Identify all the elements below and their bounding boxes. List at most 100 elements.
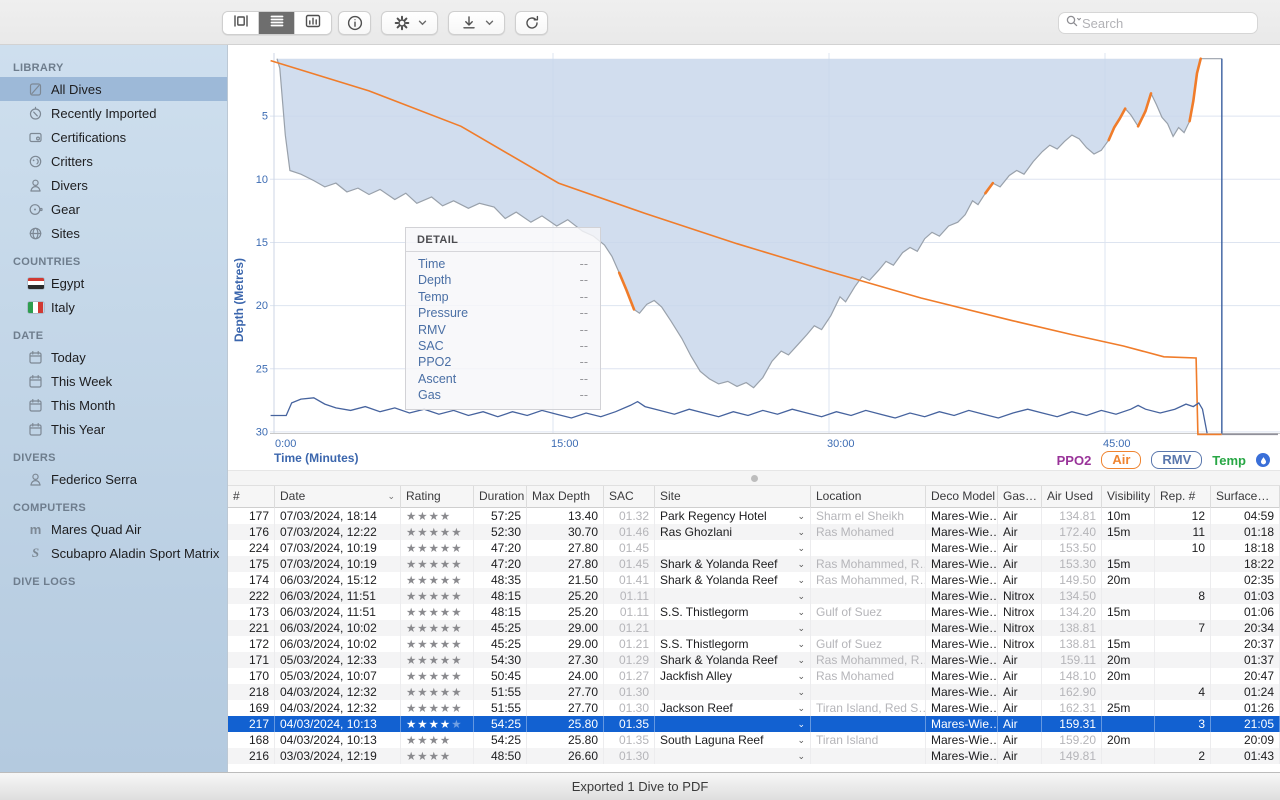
column-header-gas[interactable]: Gas… <box>998 486 1042 508</box>
sidebar-item-this-month[interactable]: This Month <box>0 393 227 417</box>
column-header-location[interactable]: Location <box>811 486 926 508</box>
search-field[interactable] <box>1058 12 1258 34</box>
site-popup-chevron-icon[interactable]: ⌄ <box>797 684 805 700</box>
column-header-site[interactable]: Site <box>655 486 811 508</box>
site-popup-chevron-icon[interactable]: ⌄ <box>797 540 805 556</box>
max_depth-cell: 27.30 <box>527 652 604 668</box>
sidebar-item-scubapro-aladin-sport-matrix[interactable]: SScubapro Aladin Sport Matrix <box>0 541 227 565</box>
rating-stars: ★★★★★ <box>406 639 463 651</box>
sidebar-item-all-dives[interactable]: All Dives <box>0 77 227 101</box>
gas-cell: Air <box>998 684 1042 700</box>
sidebar-item-federico-serra[interactable]: Federico Serra <box>0 467 227 491</box>
sidebar-item-sites[interactable]: Sites <box>0 221 227 245</box>
column-header-deco_model[interactable]: Deco Model <box>926 486 998 508</box>
column-header-rep[interactable]: Rep. # <box>1155 486 1211 508</box>
max_depth-cell: 13.40 <box>527 508 604 524</box>
visibility-cell <box>1102 540 1155 556</box>
chart-view-button[interactable] <box>295 12 331 34</box>
sidebar-item-today[interactable]: Today <box>0 345 227 369</box>
sidebar-item-divers[interactable]: Divers <box>0 173 227 197</box>
rep-cell: 2 <box>1155 748 1211 764</box>
dive-row-176[interactable]: 17607/03/2024, 12:22★★★★★52:3030.7001.46… <box>228 524 1280 540</box>
sac-cell: 01.35 <box>604 732 655 748</box>
detail-tooltip: DETAIL Time--Depth--Temp--Pressure--RMV-… <box>405 227 601 410</box>
site-popup-chevron-icon[interactable]: ⌄ <box>797 604 805 620</box>
dive-row-177[interactable]: 17707/03/2024, 18:14★★★★57:2513.4001.32P… <box>228 508 1280 524</box>
legend-ppo2-label[interactable]: PPO2 <box>1057 453 1092 468</box>
site-popup-chevron-icon[interactable]: ⌄ <box>797 620 805 636</box>
column-header-num[interactable]: # <box>228 486 275 508</box>
stopwatch-icon <box>27 106 44 121</box>
dive-row-171[interactable]: 17105/03/2024, 12:33★★★★★54:3027.3001.29… <box>228 652 1280 668</box>
sidebar-item-recently-imported[interactable]: Recently Imported <box>0 101 227 125</box>
site-popup-chevron-icon[interactable]: ⌄ <box>797 716 805 732</box>
watch-icon <box>27 202 44 217</box>
column-header-air_used[interactable]: Air Used <box>1042 486 1102 508</box>
site-popup-chevron-icon[interactable]: ⌄ <box>797 636 805 652</box>
dive-row-218[interactable]: 21804/03/2024, 12:32★★★★★51:5527.7001.30… <box>228 684 1280 700</box>
site-popup-chevron-icon[interactable]: ⌄ <box>797 668 805 684</box>
settings-button[interactable] <box>381 11 438 35</box>
dive-profile-chart[interactable]: 510152025300:0015:0030:0045:00 Depth (Me… <box>228 45 1280 470</box>
surface-cell: 01:37 <box>1211 652 1280 668</box>
site-popup-chevron-icon[interactable]: ⌄ <box>797 652 805 668</box>
detail-tooltip-title: DETAIL <box>406 228 600 252</box>
info-button[interactable] <box>338 11 371 35</box>
column-header-duration[interactable]: Duration <box>474 486 527 508</box>
dive-row-170[interactable]: 17005/03/2024, 10:07★★★★★50:4524.0001.27… <box>228 668 1280 684</box>
site-popup-chevron-icon[interactable]: ⌄ <box>797 556 805 572</box>
legend-air-toggle[interactable]: Air <box>1101 451 1141 469</box>
site-popup-chevron-icon[interactable]: ⌄ <box>797 524 805 540</box>
list-view-button[interactable] <box>259 12 295 34</box>
refresh-button[interactable] <box>515 11 548 35</box>
dive-row-174[interactable]: 17406/03/2024, 15:12★★★★★48:3521.5001.41… <box>228 572 1280 588</box>
air_used-cell: 159.11 <box>1042 652 1102 668</box>
column-header-surface[interactable]: Surface… <box>1211 486 1280 508</box>
sidebar-item-gear[interactable]: Gear <box>0 197 227 221</box>
dive-row-217[interactable]: 21704/03/2024, 10:13★★★★★54:2525.8001.35… <box>228 716 1280 732</box>
legend-rmv-toggle[interactable]: RMV <box>1151 451 1202 469</box>
site-popup-chevron-icon[interactable]: ⌄ <box>797 588 805 604</box>
sidebar-item-egypt[interactable]: Egypt <box>0 271 227 295</box>
search-input[interactable] <box>1082 16 1258 31</box>
site-popup-chevron-icon[interactable]: ⌄ <box>797 748 805 764</box>
num-cell: 176 <box>228 524 275 540</box>
column-header-visibility[interactable]: Visibility <box>1102 486 1155 508</box>
x-tick-label: 15:00 <box>551 438 579 450</box>
dive-row-222[interactable]: 22206/03/2024, 11:51★★★★★48:1525.2001.11… <box>228 588 1280 604</box>
card-icon <box>27 130 44 145</box>
coverflow-view-button[interactable] <box>223 12 259 34</box>
dive-profile-plot[interactable]: 510152025300:0015:0030:0045:00 <box>228 45 1280 470</box>
column-header-max_depth[interactable]: Max Depth <box>527 486 604 508</box>
pane-splitter[interactable] <box>228 470 1280 486</box>
legend-temp-label[interactable]: Temp <box>1212 453 1246 468</box>
sidebar-item-this-year[interactable]: This Year <box>0 417 227 441</box>
dive-row-169[interactable]: 16904/03/2024, 12:32★★★★★51:5527.7001.30… <box>228 700 1280 716</box>
critter-icon <box>27 154 44 169</box>
sidebar-item-critters[interactable]: Critters <box>0 149 227 173</box>
sidebar-item-mares-quad-air[interactable]: mMares Quad Air <box>0 517 227 541</box>
visibility-cell <box>1102 684 1155 700</box>
site-popup-chevron-icon[interactable]: ⌄ <box>797 572 805 588</box>
dive-row-216[interactable]: 21603/03/2024, 12:19★★★★48:5026.6001.30⌄… <box>228 748 1280 764</box>
sidebar-item-certifications[interactable]: Certifications <box>0 125 227 149</box>
dive-row-173[interactable]: 17306/03/2024, 11:51★★★★★48:1525.2001.11… <box>228 604 1280 620</box>
deco_model-cell: Mares-Wie… <box>926 716 998 732</box>
dive-row-221[interactable]: 22106/03/2024, 10:02★★★★★45:2529.0001.21… <box>228 620 1280 636</box>
column-header-rating[interactable]: Rating <box>401 486 474 508</box>
column-header-sac[interactable]: SAC <box>604 486 655 508</box>
export-button[interactable] <box>448 11 505 35</box>
site-popup-chevron-icon[interactable]: ⌄ <box>797 732 805 748</box>
site-popup-chevron-icon[interactable]: ⌄ <box>797 508 805 524</box>
site-popup-chevron-icon[interactable]: ⌄ <box>797 700 805 716</box>
sidebar-item-this-week[interactable]: This Week <box>0 369 227 393</box>
dive-row-224[interactable]: 22407/03/2024, 10:19★★★★★47:2027.8001.45… <box>228 540 1280 556</box>
water-drop-icon[interactable] <box>1256 453 1270 467</box>
column-header-date[interactable]: Date⌄ <box>275 486 401 508</box>
dive-row-172[interactable]: 17206/03/2024, 10:02★★★★★45:2529.0001.21… <box>228 636 1280 652</box>
sidebar-item-italy[interactable]: Italy <box>0 295 227 319</box>
dive-row-168[interactable]: 16804/03/2024, 10:13★★★★54:2525.8001.35S… <box>228 732 1280 748</box>
detail-row-time: Time-- <box>406 256 600 272</box>
dive-row-175[interactable]: 17507/03/2024, 10:19★★★★★47:2027.8001.45… <box>228 556 1280 572</box>
max_depth-cell: 25.20 <box>527 588 604 604</box>
